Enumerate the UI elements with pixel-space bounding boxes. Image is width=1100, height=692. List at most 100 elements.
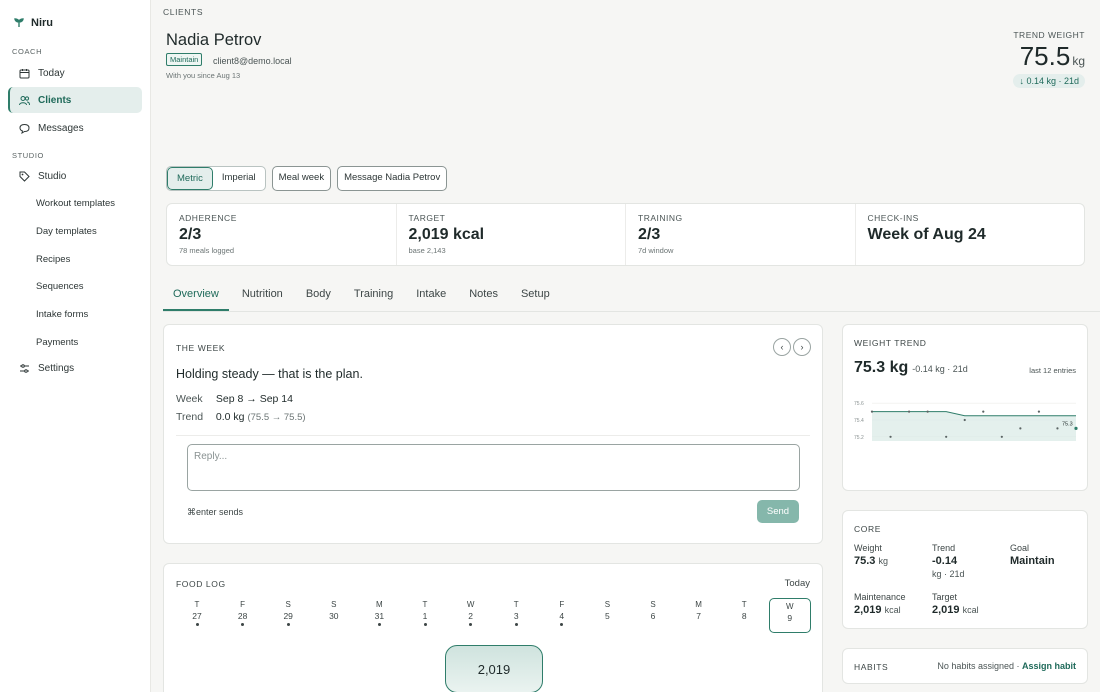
core-trend: Trend -0.14 kg · 21d [932, 543, 965, 579]
trend-weight-value: 75.5 kg [1020, 41, 1085, 72]
day-cell[interactable]: F 28 [222, 600, 264, 626]
day-cell[interactable]: S 29 [267, 600, 309, 626]
day-cell[interactable]: S6 [632, 600, 674, 621]
day-cell[interactable]: T8 [723, 600, 765, 621]
day-cell[interactable]: T 27 [176, 600, 218, 626]
sidebar-item-studio[interactable]: Studio [8, 163, 142, 189]
brand-logo[interactable]: Niru [14, 17, 53, 29]
page-title: Nadia Petrov [166, 31, 262, 49]
tab-nutrition[interactable]: Nutrition [232, 279, 293, 311]
tab-body[interactable]: Body [296, 279, 341, 311]
sidebar-item-settings[interactable]: Settings [8, 355, 142, 381]
client-email: client8@demo.local [213, 56, 292, 66]
day-cell[interactable]: M 31 [358, 600, 400, 626]
sidebar-subitem-recipes[interactable]: Recipes [36, 254, 70, 265]
day-cell[interactable]: F4 [541, 600, 583, 626]
weight-trend-title: WEIGHT TREND [854, 338, 927, 348]
meal-week-button[interactable]: Meal week [271, 166, 332, 191]
sidebar-item-label: Today [38, 67, 65, 79]
stat-sub: base 2,143 [408, 246, 446, 255]
stat-sub: 7d window [638, 246, 674, 255]
day-cell[interactable]: S5 [586, 600, 628, 621]
core-target: Target 2,019 kcal [932, 592, 979, 616]
stat-value: 2/3 [179, 226, 202, 243]
sidebar-item-label: Settings [38, 362, 75, 374]
sidebar-item-today[interactable]: Today [8, 60, 142, 86]
users-icon [19, 95, 30, 106]
tab-notes[interactable]: Notes [459, 279, 508, 311]
sidebar-subitem-workout-templates[interactable]: Workout templates [36, 198, 115, 209]
stat-training: TRAINING 2/3 7d window [626, 204, 856, 265]
core-goal-value: Maintain [1010, 555, 1055, 567]
day-cell[interactable]: M7 [678, 600, 720, 621]
next-week-button[interactable]: › [793, 338, 811, 356]
core-trend-sub: kg · 21d [932, 569, 965, 579]
reply-input[interactable] [187, 444, 800, 491]
entry-point [926, 410, 929, 413]
week-headline: Holding steady — that is the plan. [176, 367, 363, 381]
stat-label: TARGET [408, 213, 446, 223]
main-content: CLIENTS Nadia Petrov Maintain client8@de… [151, 0, 1100, 692]
day-letter: M [695, 600, 702, 609]
core-maintenance-number: 2,019 [854, 604, 882, 616]
day-number: 4 [559, 611, 565, 621]
prev-week-button[interactable]: ‹ [773, 338, 791, 356]
sidebar-item-label: Messages [38, 122, 84, 134]
day-cell[interactable]: W9 [768, 598, 811, 633]
stat-check-ins: CHECK-INS Week of Aug 24 [856, 204, 1085, 265]
logged-dot [469, 623, 473, 626]
tag-icon [19, 171, 30, 182]
message-client-button[interactable]: Message Nadia Petrov [337, 166, 448, 191]
stat-value: 2,019 kcal [408, 226, 485, 243]
day-letter: S [331, 600, 337, 609]
day-cell[interactable]: S 30 [313, 600, 355, 621]
day-cell[interactable]: W2 [450, 600, 492, 626]
tab-setup[interactable]: Setup [511, 279, 560, 311]
stat-target: TARGET 2,019 kcal base 2,143 [397, 204, 626, 265]
breadcrumb[interactable]: CLIENTS [163, 7, 203, 17]
weight-trend-card: WEIGHT TREND 75.3 kg -0.14 kg · 21d last … [842, 324, 1088, 491]
entry-point [1000, 435, 1003, 438]
stat-value: 2/3 [638, 226, 661, 243]
day-number: 1 [422, 611, 428, 621]
sidebar-item-messages[interactable]: Messages [8, 115, 142, 141]
week-card: THE WEEK ‹ › Holding steady — that is th… [163, 324, 823, 544]
core-title: CORE [854, 524, 881, 534]
core-maintenance-key: Maintenance [854, 592, 906, 602]
day-cell[interactable]: T3 [495, 600, 537, 626]
day-kcal-pill[interactable]: 2,019 [445, 645, 543, 692]
entry-point [963, 418, 966, 422]
imperial-button[interactable]: Imperial [213, 167, 265, 190]
logged-dot [560, 623, 564, 626]
send-button[interactable]: Send [757, 500, 799, 523]
tab-intake[interactable]: Intake [406, 279, 456, 311]
stat-label: TRAINING [638, 213, 683, 223]
stat-label: ADHERENCE [179, 213, 237, 223]
sidebar-subitem-payments[interactable]: Payments [36, 337, 78, 348]
day-cell[interactable]: T1 [404, 600, 446, 626]
food-log-today-link[interactable]: Today [785, 578, 810, 589]
day-number: 31 [374, 611, 385, 621]
day-letter: W [786, 602, 794, 611]
day-letter: T [513, 600, 519, 609]
tab-training[interactable]: Training [344, 279, 403, 311]
trend-weight-number: 75.5 [1019, 41, 1071, 71]
core-target-unit: kcal [962, 605, 979, 615]
metric-button[interactable]: Metric [167, 167, 213, 190]
tab-bar: Overview Nutrition Body Training Intake … [163, 279, 1100, 312]
sidebar-subitem-intake-forms[interactable]: Intake forms [36, 309, 88, 320]
sidebar-item-clients[interactable]: Clients [8, 87, 142, 113]
day-letter: W [466, 600, 475, 609]
day-letter: S [285, 600, 291, 609]
tab-overview[interactable]: Overview [163, 279, 229, 311]
logged-dot [241, 623, 245, 626]
habits-title: HABITS [854, 662, 889, 672]
day-letter: F [240, 600, 246, 609]
logged-dot [514, 623, 518, 626]
core-weight-value: 75.3 kg [854, 555, 888, 567]
assign-habit-link[interactable]: Assign habit [1022, 661, 1076, 671]
day-number: 6 [650, 611, 656, 621]
weight-trend-value: 75.3 kg -0.14 kg · 21d [854, 359, 968, 377]
sidebar-subitem-sequences[interactable]: Sequences [36, 281, 84, 292]
sidebar-subitem-day-templates[interactable]: Day templates [36, 226, 97, 237]
